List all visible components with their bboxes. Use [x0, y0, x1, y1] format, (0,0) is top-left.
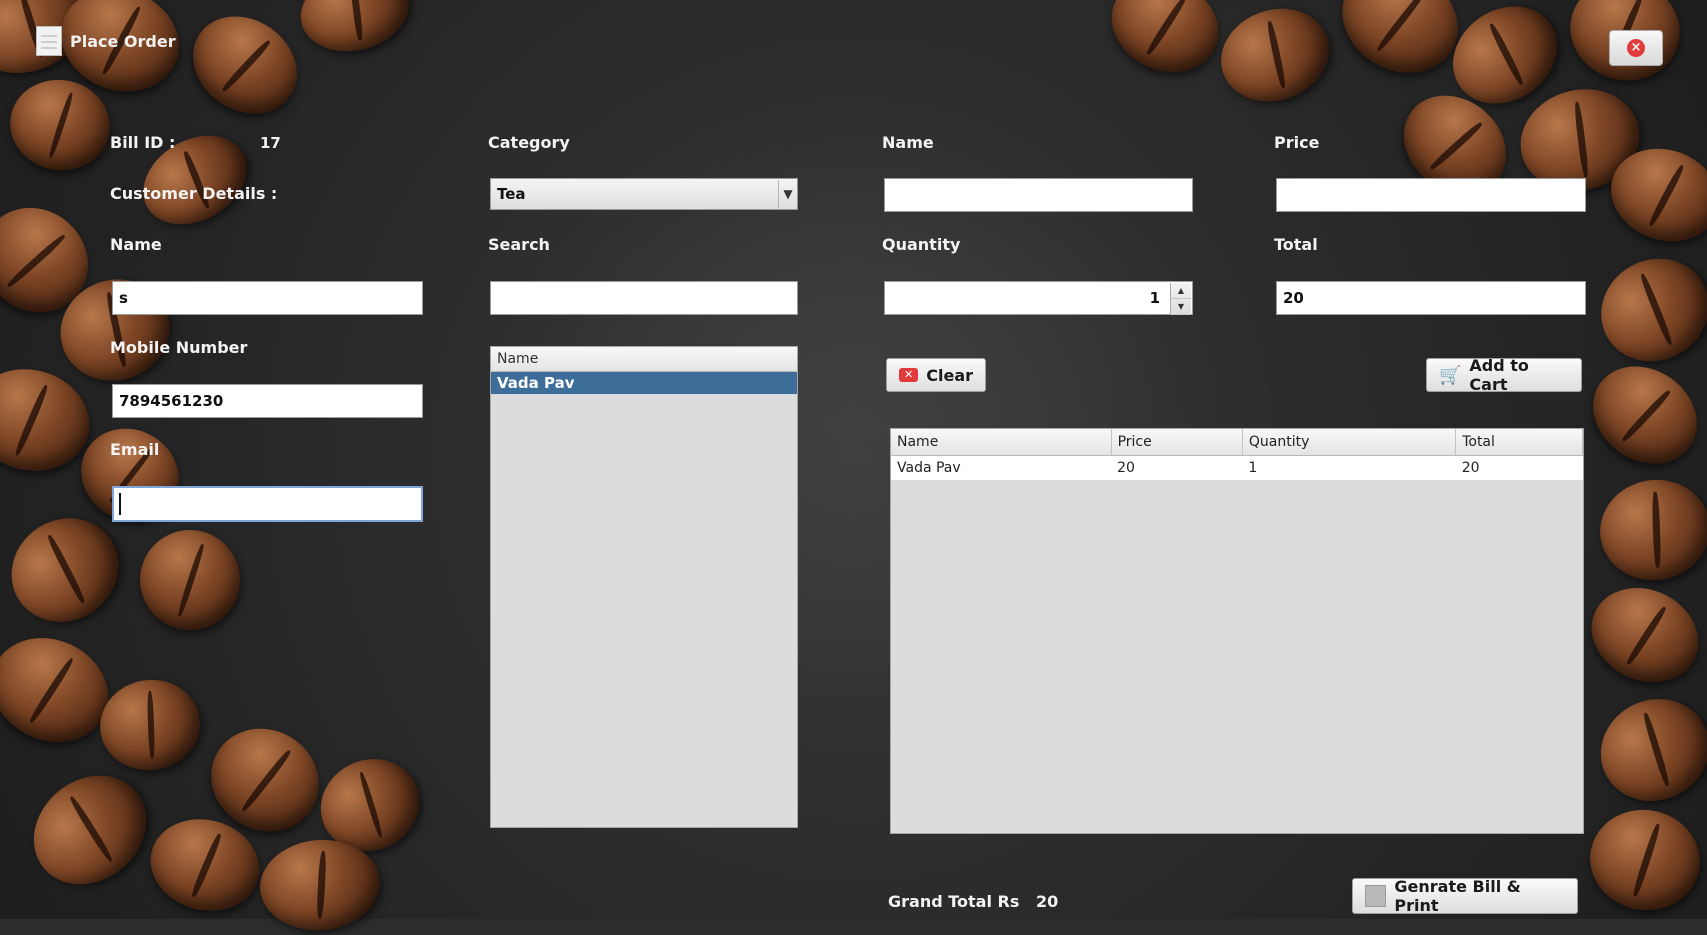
cart-icon: 🛒 — [1439, 364, 1462, 386]
bill-id-value: 17 — [260, 134, 281, 152]
total-label: Total — [1274, 235, 1318, 254]
clear-button-label: Clear — [926, 365, 973, 385]
price-label: Price — [1274, 133, 1320, 152]
product-list-header[interactable]: Name — [491, 347, 797, 372]
coffee-bean-decoration — [1584, 681, 1707, 819]
product-list-item-selected[interactable]: Vada Pav — [491, 372, 797, 394]
category-selected-value: Tea — [497, 185, 526, 203]
table-row[interactable]: Vada Pav 20 1 20 — [891, 455, 1583, 480]
coffee-bean-decoration — [1582, 239, 1707, 381]
search-input[interactable] — [490, 281, 798, 315]
coffee-bean-decoration — [1323, 0, 1477, 94]
coffee-bean-decoration — [1592, 471, 1707, 589]
coffee-bean-decoration — [11, 753, 169, 907]
coffee-bean-decoration — [1207, 0, 1343, 117]
document-icon — [36, 26, 62, 56]
mobile-number-label: Mobile Number — [110, 338, 248, 357]
window-titlebar: Place Order — [36, 26, 176, 56]
close-button[interactable]: × — [1609, 30, 1663, 66]
column-header-total[interactable]: Total — [1455, 429, 1583, 456]
mobile-number-input[interactable] — [112, 384, 423, 418]
add-to-cart-button[interactable]: 🛒 Add to Cart — [1426, 356, 1582, 394]
clear-x-icon: ✕ — [899, 368, 919, 382]
coffee-bean-decoration — [2, 72, 118, 178]
category-dropdown[interactable]: Tea ▼ — [490, 178, 798, 210]
cart-cell-total: 20 — [1455, 455, 1583, 480]
total-input[interactable] — [1276, 281, 1586, 315]
generate-bill-label: Genrate Bill & Print — [1394, 877, 1521, 915]
email-label: Email — [110, 440, 160, 459]
cart-table[interactable]: Name Price Quantity Total Vada Pav 20 1 … — [890, 428, 1584, 834]
grand-total-value: 20 — [1036, 892, 1059, 911]
item-name-label: Name — [882, 133, 934, 152]
add-to-cart-label: Add to Cart — [1469, 356, 1529, 394]
generate-bill-button[interactable]: Genrate Bill & Print — [1352, 877, 1578, 915]
customer-name-label: Name — [110, 235, 162, 254]
product-list[interactable]: Name Vada Pav — [490, 346, 798, 828]
coffee-bean-decoration — [1582, 801, 1707, 919]
coffee-bean-decoration — [1574, 346, 1707, 484]
spin-down-icon[interactable]: ▼ — [1171, 299, 1191, 315]
coffee-bean-decoration — [132, 522, 248, 638]
coffee-bean-decoration — [1096, 0, 1234, 90]
column-header-quantity[interactable]: Quantity — [1242, 429, 1457, 456]
email-input[interactable] — [112, 486, 423, 522]
cart-cell-name: Vada Pav — [891, 455, 1112, 480]
close-icon: × — [1627, 39, 1645, 57]
coffee-bean-decoration — [92, 672, 208, 778]
customer-details-label: Customer Details : — [110, 184, 278, 203]
clear-button[interactable]: ✕ Clear — [886, 358, 986, 392]
price-input[interactable] — [1276, 178, 1586, 212]
window-title: Place Order — [70, 31, 176, 51]
bill-id-label: Bill ID : — [110, 133, 176, 152]
column-header-price[interactable]: Price — [1111, 429, 1243, 456]
quantity-stepper[interactable] — [884, 281, 1193, 315]
coffee-bean-decoration — [1576, 570, 1707, 700]
cart-table-header: Name Price Quantity Total — [891, 429, 1583, 456]
coffee-bean-decoration — [291, 0, 419, 63]
text-caret — [119, 493, 121, 515]
cart-cell-quantity: 1 — [1242, 455, 1456, 480]
coffee-bean-decoration — [174, 0, 316, 134]
cart-cell-price: 20 — [1111, 455, 1243, 480]
chevron-down-icon[interactable]: ▼ — [778, 180, 797, 208]
item-name-input[interactable] — [884, 178, 1193, 212]
customer-name-input[interactable] — [112, 281, 423, 315]
search-label: Search — [488, 235, 550, 254]
quantity-label: Quantity — [882, 235, 961, 254]
column-header-name[interactable]: Name — [891, 429, 1112, 456]
printer-icon — [1365, 885, 1387, 907]
spin-up-icon[interactable]: ▲ — [1171, 283, 1191, 299]
category-label: Category — [488, 133, 570, 152]
grand-total-label: Grand Total Rs — [888, 892, 1020, 911]
quantity-spinner-buttons[interactable]: ▲ ▼ — [1170, 283, 1191, 315]
